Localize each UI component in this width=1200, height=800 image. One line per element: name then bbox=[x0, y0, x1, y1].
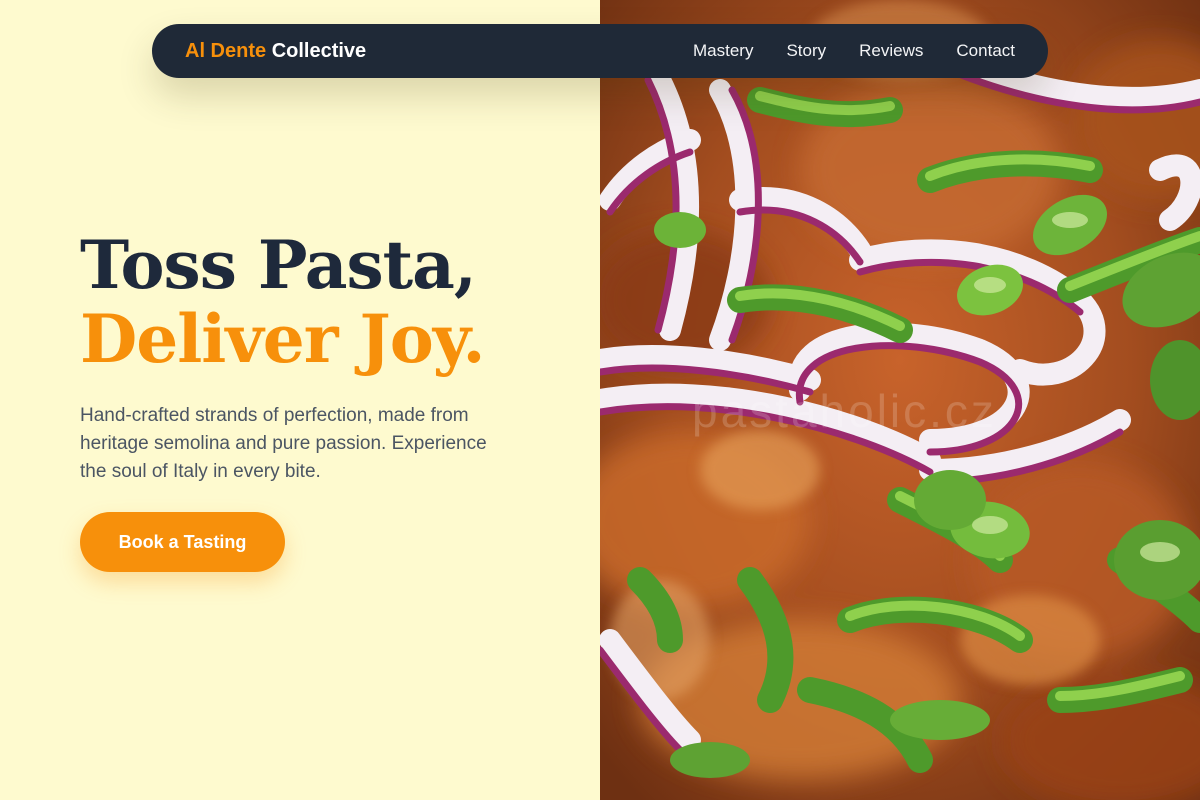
nav-link-reviews[interactable]: Reviews bbox=[859, 41, 923, 61]
brand-accent-text: Al Dente bbox=[185, 39, 267, 62]
top-nav: Al Dente Collective Mastery Story Review… bbox=[152, 24, 1048, 78]
landing-page: pastaholic.cz Al Dente Collective Master… bbox=[0, 0, 1200, 800]
hero-section: Toss Pasta, Deliver Joy. Hand-crafted st… bbox=[80, 228, 580, 486]
hero-headline: Toss Pasta, Deliver Joy. bbox=[80, 228, 580, 376]
nav-link-story[interactable]: Story bbox=[786, 41, 826, 61]
headline-line-2: Deliver Joy. bbox=[80, 300, 485, 378]
nav-links: Mastery Story Reviews Contact bbox=[693, 41, 1015, 61]
nav-link-contact[interactable]: Contact bbox=[956, 41, 1015, 61]
hero-food-image: pastaholic.cz bbox=[600, 0, 1200, 800]
hero-description: Hand-crafted strands of perfection, made… bbox=[80, 405, 487, 482]
headline-line-1: Toss Pasta, bbox=[80, 226, 477, 304]
book-tasting-button[interactable]: Book a Tasting bbox=[80, 512, 285, 572]
brand-logo[interactable]: Al Dente Collective bbox=[185, 40, 366, 63]
brand-main-text: Collective bbox=[271, 39, 367, 62]
nav-link-mastery[interactable]: Mastery bbox=[693, 41, 753, 61]
